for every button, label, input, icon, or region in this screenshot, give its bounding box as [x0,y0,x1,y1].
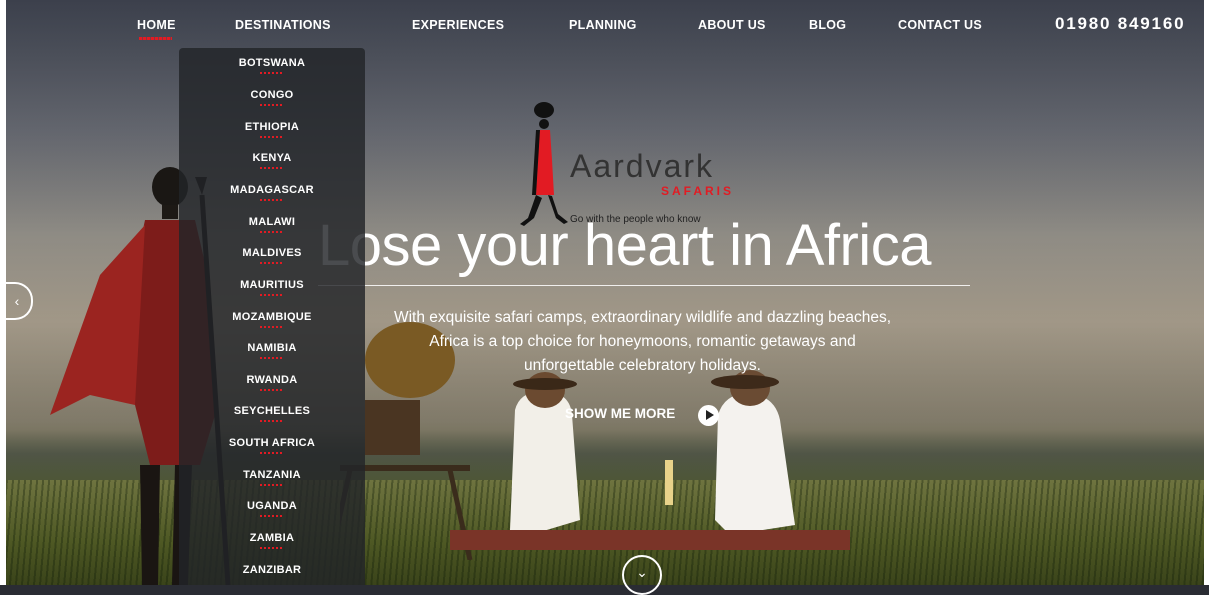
dropdown-item-maldives[interactable]: MALDIVES [179,247,365,264]
dropdown-item-rwanda[interactable]: RWANDA [179,374,365,391]
nav-destinations[interactable]: DESTINATIONS [235,18,331,32]
dropdown-item-seychelles[interactable]: SEYCHELLES [179,405,365,422]
nav-planning[interactable]: PLANNING [569,18,637,32]
dropdown-item-tanzania[interactable]: TANZANIA [179,469,365,486]
nav-home[interactable]: HOME [137,18,176,32]
nav-experiences[interactable]: EXPERIENCES [412,18,504,32]
dropdown-item-kenya[interactable]: KENYA [179,152,365,169]
logo-figure-icon [520,102,568,226]
phone-number[interactable]: 01980 849160 [1055,14,1185,34]
dropdown-item-uganda[interactable]: UGANDA [179,500,365,517]
logo-wordmark: Aardvark [570,148,715,184]
dropdown-item-botswana[interactable]: BOTSWANA [179,57,365,74]
logo-sub: SAFARIS [661,184,735,198]
dropdown-item-congo[interactable]: CONGO [179,89,365,106]
frame-edge-right [1204,0,1209,585]
play-icon[interactable] [698,405,719,426]
nav-about-us[interactable]: ABOUT US [698,18,766,32]
hero-subtext: With exquisite safari camps, extraordina… [393,309,892,374]
dropdown-item-malawi[interactable]: MALAWI [179,216,365,233]
dropdown-item-ethiopia[interactable]: ETHIOPIA [179,121,365,138]
show-me-more-link[interactable]: SHOW ME MORE [565,406,675,421]
dropdown-item-south-africa[interactable]: SOUTH AFRICA [179,437,365,454]
nav-active-underline [139,37,172,40]
dropdown-item-zanzibar[interactable]: ZANZIBAR [179,564,365,576]
nav-contact-us[interactable]: CONTACT US [898,18,982,32]
nav-blog[interactable]: BLOG [809,18,846,32]
top-navigation: HOME DESTINATIONS EXPERIENCES PLANNING A… [0,0,1209,48]
dropdown-item-madagascar[interactable]: MADAGASCAR [179,184,365,201]
headline-divider [318,285,970,286]
dropdown-item-namibia[interactable]: NAMIBIA [179,342,365,359]
aardvark-safaris-logo[interactable]: Aardvark SAFARIS Go with the people who … [510,100,780,230]
chevron-down-icon[interactable]: ⌄ [622,555,662,595]
dropdown-item-mauritius[interactable]: MAURITIUS [179,279,365,296]
destinations-dropdown: BOTSWANA CONGO ETHIOPIA KENYA MADAGASCAR… [179,48,365,585]
hero-headline: Lose your heart in Africa [318,213,931,278]
dropdown-item-zambia[interactable]: ZAMBIA [179,532,365,549]
dropdown-item-mozambique[interactable]: MOZAMBIQUE [179,311,365,328]
